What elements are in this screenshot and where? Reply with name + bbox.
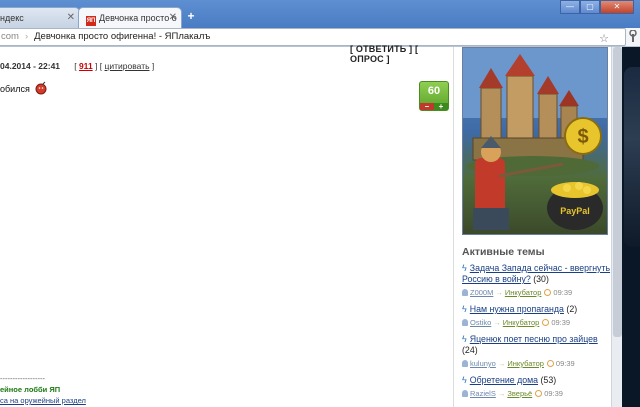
- forum-post-area: [ ОТВЕТИТЬ ] [ ОПРОС ] 04.2014 - 22:41 […: [0, 44, 453, 407]
- list-item: ϟ Обретение дома (53) RazielS → Зверьё 09:39: [462, 375, 612, 399]
- post-number-link[interactable]: 911: [79, 61, 93, 71]
- tab-strip: ндекс ✕ ЯПДевчонка просто офигенна! - ✕ …: [0, 0, 640, 28]
- topic-count: (30): [533, 274, 549, 284]
- list-item: ϟ Яценюк поет песню про зайцев (24) kulun…: [462, 334, 612, 369]
- signature-line-1: ейное лобби ЯП: [0, 385, 61, 394]
- window-controls: — ▢ ✕: [560, 0, 634, 18]
- topic-count: (24): [462, 345, 478, 355]
- topic-user-link[interactable]: Z000M: [470, 288, 493, 297]
- address-separator: ›: [24, 31, 29, 42]
- banner-illustration: $ PayPal: [463, 48, 607, 230]
- page-scrollbar[interactable]: [611, 47, 622, 407]
- bracket: ] [: [95, 61, 103, 71]
- svg-text:$: $: [577, 126, 588, 148]
- topic-user-link[interactable]: RazielS: [470, 389, 496, 398]
- bomb-smiley-icon: [35, 81, 47, 95]
- reply-poll-buttons[interactable]: [ ОТВЕТИТЬ ] [ ОПРОС ]: [350, 44, 453, 64]
- close-icon[interactable]: ✕: [67, 12, 75, 23]
- clock-icon: [546, 360, 554, 367]
- post-body: обился: [0, 81, 48, 95]
- topic-section-link[interactable]: Зверьё: [507, 389, 532, 398]
- list-item: ϟ Нам нужна пропаганда (2) Ostiko → Инкубат…: [462, 304, 612, 328]
- tab-current[interactable]: ЯПДевчонка просто офигенна! - ✕: [78, 7, 182, 28]
- user-icon: [462, 360, 468, 367]
- topic-time: 09:39: [555, 359, 575, 368]
- tab-title: ндекс: [0, 13, 24, 23]
- clock-icon: [542, 319, 550, 326]
- user-icon: [462, 319, 468, 326]
- address-domain: com: [1, 31, 19, 42]
- signature-rule: ------------------: [0, 374, 45, 383]
- tab-title: Девчонка просто офигенна! -: [99, 13, 177, 23]
- topic-count: (2): [566, 304, 578, 314]
- arrow-icon: →: [495, 288, 503, 297]
- browser-window: ндекс ✕ ЯПДевчонка просто офигенна! - ✕ …: [0, 0, 640, 407]
- favicon-icon: ЯП: [86, 16, 96, 26]
- topic-time: 09:39: [544, 389, 563, 398]
- tab-yandex[interactable]: ндекс ✕: [0, 7, 80, 28]
- bracket: ]: [151, 61, 155, 71]
- topic-link[interactable]: Обретение дома: [470, 375, 538, 385]
- topic-user-link[interactable]: kulunyo: [470, 359, 496, 368]
- topic-section-link[interactable]: Инкубатор: [505, 288, 542, 297]
- maximize-button[interactable]: ▢: [580, 0, 600, 14]
- user-icon: [462, 289, 468, 296]
- user-icon: [462, 390, 468, 397]
- topic-section-link[interactable]: Инкубатор: [503, 318, 540, 327]
- topic-user-link[interactable]: Ostiko: [470, 318, 491, 327]
- topic-time: 09:39: [553, 288, 573, 297]
- scrollbar-thumb[interactable]: [613, 47, 622, 337]
- address-bar[interactable]: com › Девчонка просто офигенна! - ЯПлакалъ…: [0, 28, 626, 46]
- lightning-icon: ϟ: [462, 375, 467, 385]
- web-page: [ ОТВЕТИТЬ ] [ ОПРОС ] 04.2014 - 22:41 […: [0, 44, 640, 407]
- topic-meta: Z000M → Инкубатор 09:39: [462, 287, 612, 298]
- background-photo: [624, 67, 640, 247]
- rating-minus-button[interactable]: –: [420, 103, 434, 111]
- active-topics-heading: Активные темы: [462, 246, 545, 258]
- signature-link[interactable]: са на оружейный раздел: [0, 395, 86, 406]
- lightning-icon: ϟ: [462, 334, 467, 344]
- list-item: ϟ Задача Запада сейчас - ввергнуть Россию…: [462, 263, 612, 298]
- rating-value: 60: [427, 85, 441, 97]
- lightning-icon: ϟ: [462, 304, 467, 314]
- castle-paypal-banner[interactable]: $ PayPal: [462, 47, 608, 235]
- sidebar: $ PayPal Активные темы ϟ Задача Запада се…: [453, 47, 611, 407]
- topic-time: 09:39: [551, 318, 571, 327]
- lightning-icon: ϟ: [462, 263, 467, 273]
- post-text: обился: [0, 84, 30, 94]
- minimize-button[interactable]: —: [560, 0, 580, 14]
- topic-meta: kulunyo → Инкубатор 09:39: [462, 358, 612, 369]
- arrow-icon: →: [497, 389, 506, 398]
- address-page-title: Девчонка просто офигенна! - ЯПлакалъ: [34, 31, 211, 42]
- topic-link[interactable]: Яценюк поет песню про зайцев: [470, 334, 598, 344]
- topic-link[interactable]: Нам нужна пропаганда: [470, 304, 564, 314]
- browser-toolbar: com › Девчонка просто офигенна! - ЯПлакалъ…: [0, 28, 640, 47]
- topic-section-link[interactable]: Инкубатор: [507, 359, 544, 368]
- arrow-icon: →: [497, 359, 506, 368]
- rating-widget: 60 – +: [419, 81, 449, 111]
- topic-meta: RazielS → Зверьё 09:39: [462, 388, 612, 399]
- side-image-strip: [622, 47, 640, 407]
- clock-icon: [544, 289, 552, 296]
- bracket: [: [74, 61, 77, 71]
- bookmark-star-icon[interactable]: ☆: [599, 31, 609, 47]
- new-tab-button[interactable]: +: [184, 9, 198, 23]
- topic-count: (53): [540, 375, 557, 385]
- post-meta: 04.2014 - 22:41 [ 911 ] [ цитировать ]: [0, 61, 154, 71]
- wrench-icon[interactable]: [628, 30, 638, 42]
- svg-text:PayPal: PayPal: [560, 206, 590, 216]
- rating-plus-button[interactable]: +: [434, 103, 448, 111]
- quote-link[interactable]: цитировать: [105, 61, 150, 71]
- topic-meta: Ostiko → Инкубатор 09:39: [462, 317, 612, 328]
- post-signature: ------------------ ейное лобби ЯП са на …: [0, 373, 86, 406]
- close-icon[interactable]: ✕: [169, 12, 177, 23]
- post-date: 04.2014 - 22:41: [0, 61, 61, 71]
- window-close-button[interactable]: ✕: [600, 0, 634, 14]
- arrow-icon: →: [493, 318, 501, 327]
- clock-icon: [535, 390, 543, 397]
